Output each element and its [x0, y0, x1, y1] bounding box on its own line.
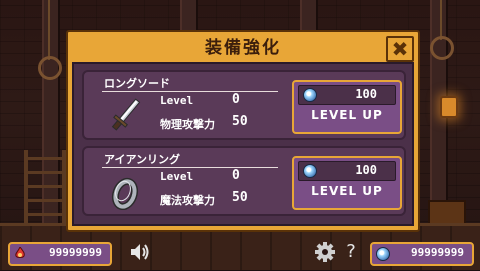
level-value: 0 [232, 92, 240, 107]
level-up-button[interactable]: 100 LEVEL UP [292, 80, 402, 134]
gem-icon [303, 164, 317, 178]
item-card: ロングソード Level 0 物理攻撃力 50 100 LEVEL UP [82, 70, 406, 140]
gem-icon [303, 88, 317, 102]
hanging-rope [48, 0, 50, 60]
gem-count: 99999999 [411, 246, 464, 259]
ladder [24, 150, 66, 230]
stat-value: 50 [232, 114, 248, 129]
item-card: アイアンリング Level 0 魔法攻撃力 50 100 LEVEL UP [82, 146, 406, 216]
soul-flame-icon [15, 247, 25, 258]
level-label: Level [160, 170, 194, 183]
rope-coil [430, 36, 454, 60]
speaker-icon[interactable] [128, 240, 150, 264]
level-up-button[interactable]: 100 LEVEL UP [292, 156, 402, 210]
soul-currency: 99999999 [8, 242, 112, 266]
lantern [440, 96, 458, 118]
rope-coil [38, 56, 62, 80]
item-name: ロングソード [104, 77, 170, 90]
upgrade-cost: 100 [355, 87, 377, 101]
dialog-title: 装備強化 [205, 38, 281, 58]
question-icon[interactable]: ? [340, 240, 362, 264]
cost-row: 100 [298, 161, 396, 181]
divider [102, 91, 278, 92]
stat-value: 50 [232, 190, 248, 205]
gear-icon[interactable] [314, 240, 336, 264]
divider [102, 167, 278, 168]
sword-icon [111, 98, 141, 131]
close-button[interactable]: ✖ [386, 36, 414, 62]
level-value: 0 [232, 168, 240, 183]
stat-label: 物理攻撃力 [160, 118, 215, 131]
cost-row: 100 [298, 85, 396, 105]
hanging-rope [440, 0, 442, 40]
level-label: Level [160, 94, 194, 107]
level-up-label: LEVEL UP [311, 184, 383, 198]
stat-label: 魔法攻撃力 [160, 194, 215, 207]
gem-currency: 99999999 [370, 242, 474, 266]
soul-count: 99999999 [49, 246, 102, 259]
upgrade-cost: 100 [355, 163, 377, 177]
item-name: アイアンリング [104, 153, 181, 166]
ring-icon [111, 177, 139, 210]
dialog-body: ロングソード Level 0 物理攻撃力 50 100 LEVEL UP アイア… [72, 62, 414, 226]
gem-icon [376, 247, 390, 261]
level-up-label: LEVEL UP [311, 108, 383, 122]
equipment-upgrade-dialog: 装備強化 ✖ ロングソード Level 0 物理攻撃力 50 100 LEVEL… [66, 30, 420, 232]
